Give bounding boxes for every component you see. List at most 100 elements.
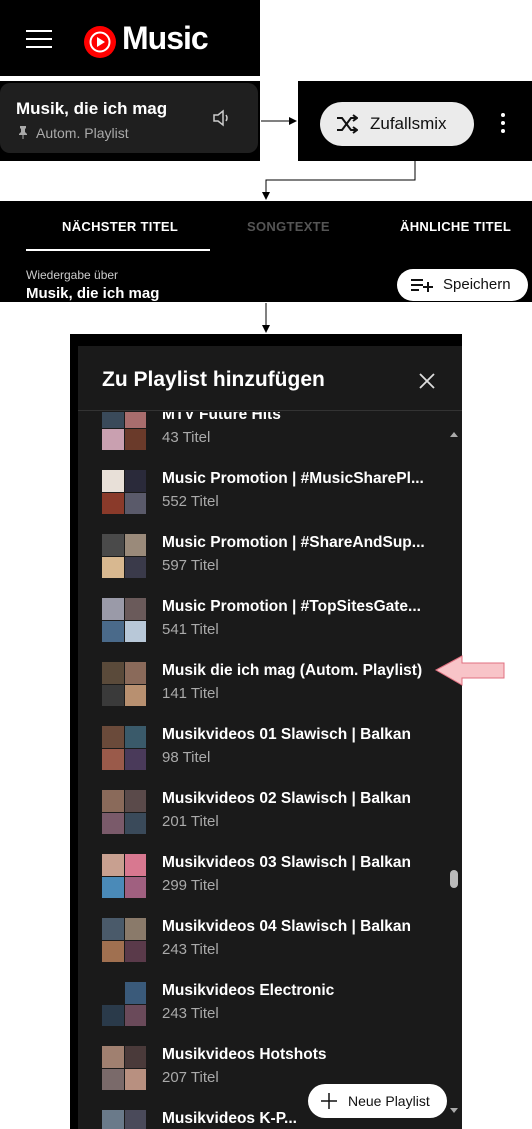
playlist-item[interactable]: Musikvideos 02 Slawisch | Balkan 201 Tite… <box>78 780 462 844</box>
playlist-track-count: 43 Titel <box>162 429 211 446</box>
volume-icon[interactable] <box>212 109 232 127</box>
thumbnail-tile <box>124 940 146 962</box>
thumbnail-tile <box>102 1110 124 1129</box>
playlist-track-count: 141 Titel <box>162 685 219 702</box>
shuffle-icon <box>337 114 358 134</box>
thumbnail-tile <box>124 598 146 620</box>
thumbnail-tile <box>102 662 124 684</box>
playlist-name: Music Promotion | #ShareAndSup... <box>162 534 425 551</box>
scroll-up-arrow-icon[interactable] <box>450 432 458 437</box>
thumbnail-tile <box>102 876 124 898</box>
thumbnail-tile <box>102 748 124 770</box>
playlist-item[interactable]: Music Promotion | #ShareAndSup... 597 Tit… <box>78 524 462 588</box>
scrollbar-thumb[interactable] <box>450 870 458 888</box>
playlist-item[interactable]: Musikvideos 01 Slawisch | Balkan 98 Titel <box>78 716 462 780</box>
shuffle-button[interactable]: Zufallsmix <box>320 102 474 146</box>
thumbnail-tile <box>124 428 146 450</box>
playlist-thumbnail <box>102 1110 146 1129</box>
playlist-track-count: 299 Titel <box>162 877 219 894</box>
playlist-thumbnail <box>102 598 146 642</box>
thumbnail-tile <box>102 1046 124 1068</box>
playlist-item[interactable]: MTV Future Hits 43 Titel <box>78 412 462 460</box>
menu-icon[interactable] <box>26 30 52 50</box>
now-playing-subtitle: Autom. Playlist <box>18 125 129 141</box>
playlist-track-count: 552 Titel <box>162 493 219 510</box>
playlist-item[interactable]: Musikvideos 03 Slawisch | Balkan 299 Tite… <box>78 844 462 908</box>
playlist-track-count: 98 Titel <box>162 749 211 766</box>
youtube-music-logo-icon[interactable] <box>84 26 116 58</box>
thumbnail-tile <box>102 534 124 556</box>
thumbnail-tile <box>124 918 146 940</box>
thumbnail-tile <box>124 812 146 834</box>
playlist-thumbnail <box>102 726 146 770</box>
scroll-down-arrow-icon[interactable] <box>450 1108 458 1113</box>
more-options-icon[interactable] <box>500 113 506 137</box>
playlist-name: Musikvideos 03 Slawisch | Balkan <box>162 854 411 871</box>
playlist-thumbnail <box>102 918 146 962</box>
playlist-thumbnail <box>102 662 146 706</box>
thumbnail-tile <box>102 684 124 706</box>
playlist-item[interactable]: Music Promotion | #TopSitesGate... 541 Ti… <box>78 588 462 652</box>
thumbnail-tile <box>102 556 124 578</box>
playlist-name: Musikvideos 01 Slawisch | Balkan <box>162 726 411 743</box>
playlist-name: MTV Future Hits <box>162 412 281 423</box>
pin-icon <box>19 126 27 139</box>
new-playlist-button[interactable]: Neue Playlist <box>308 1084 447 1118</box>
playlist-name: Musikvideos 04 Slawisch | Balkan <box>162 918 411 935</box>
playlist-name: Music Promotion | #MusicSharePl... <box>162 470 424 487</box>
playlist-list: MTV Future Hits 43 Titel Music Promotion |… <box>78 412 462 1129</box>
shuffle-panel: Zufallsmix <box>298 81 532 161</box>
playlist-track-count: 207 Titel <box>162 1069 219 1086</box>
now-playing-panel: Musik, die ich mag Autom. Playlist <box>0 81 260 161</box>
tab-lyrics[interactable]: SONGTEXTE <box>247 219 330 234</box>
playlist-name: Musikvideos Electronic <box>162 982 335 999</box>
playlist-thumbnail <box>102 854 146 898</box>
thumbnail-tile <box>102 412 124 428</box>
close-icon[interactable] <box>418 372 436 390</box>
plus-icon <box>321 1093 337 1109</box>
playlist-item[interactable]: Musikvideos 04 Slawisch | Balkan 243 Tite… <box>78 908 462 972</box>
tab-related[interactable]: ÄHNLICHE TITEL <box>400 219 511 234</box>
playlist-name: Musikvideos 02 Slawisch | Balkan <box>162 790 411 807</box>
dialog-divider <box>78 410 462 411</box>
thumbnail-tile <box>124 1068 146 1090</box>
thumbnail-tile <box>124 470 146 492</box>
playback-via-value[interactable]: Musik, die ich mag <box>26 285 159 302</box>
thumbnail-tile <box>124 662 146 684</box>
thumbnail-tile <box>124 534 146 556</box>
playlist-item[interactable]: Musik die ich mag (Autom. Playlist) 141 T… <box>78 652 462 716</box>
thumbnail-tile <box>102 1004 124 1026</box>
now-playing-subtitle-text: Autom. Playlist <box>36 125 129 141</box>
thumbnail-tile <box>102 940 124 962</box>
thumbnail-tile <box>124 982 146 1004</box>
now-playing-card[interactable]: Musik, die ich mag Autom. Playlist <box>0 83 258 153</box>
thumbnail-tile <box>124 684 146 706</box>
thumbnail-tile <box>102 790 124 812</box>
thumbnail-tile <box>124 748 146 770</box>
thumbnail-tile <box>124 1046 146 1068</box>
thumbnail-tile <box>124 854 146 876</box>
playlist-item[interactable]: Musikvideos Electronic 243 Titel <box>78 972 462 1036</box>
thumbnail-tile <box>102 812 124 834</box>
shuffle-label: Zufallsmix <box>370 114 447 133</box>
thumbnail-tile <box>124 556 146 578</box>
playlist-thumbnail <box>102 470 146 514</box>
save-button[interactable]: Speichern <box>397 269 528 301</box>
tab-next-title[interactable]: NÄCHSTER TITEL <box>62 219 178 234</box>
playlist-thumbnail <box>102 790 146 834</box>
thumbnail-tile <box>102 620 124 642</box>
playlist-name: Music Promotion | #TopSitesGate... <box>162 598 421 615</box>
active-tab-indicator <box>26 249 210 251</box>
now-playing-title: Musik, die ich mag <box>16 99 168 118</box>
new-playlist-label: Neue Playlist <box>348 1093 430 1109</box>
playlist-item[interactable]: Music Promotion | #MusicSharePl... 552 Ti… <box>78 460 462 524</box>
thumbnail-tile <box>102 726 124 748</box>
thumbnail-tile <box>102 492 124 514</box>
playlist-track-count: 597 Titel <box>162 557 219 574</box>
thumbnail-tile <box>102 918 124 940</box>
playlist-track-count: 243 Titel <box>162 1005 219 1022</box>
dialog-title: Zu Playlist hinzufügen <box>102 368 325 391</box>
playlist-name: Musikvideos K-P... <box>162 1110 297 1127</box>
thumbnail-tile <box>102 982 124 1004</box>
playlist-track-count: 243 Titel <box>162 941 219 958</box>
